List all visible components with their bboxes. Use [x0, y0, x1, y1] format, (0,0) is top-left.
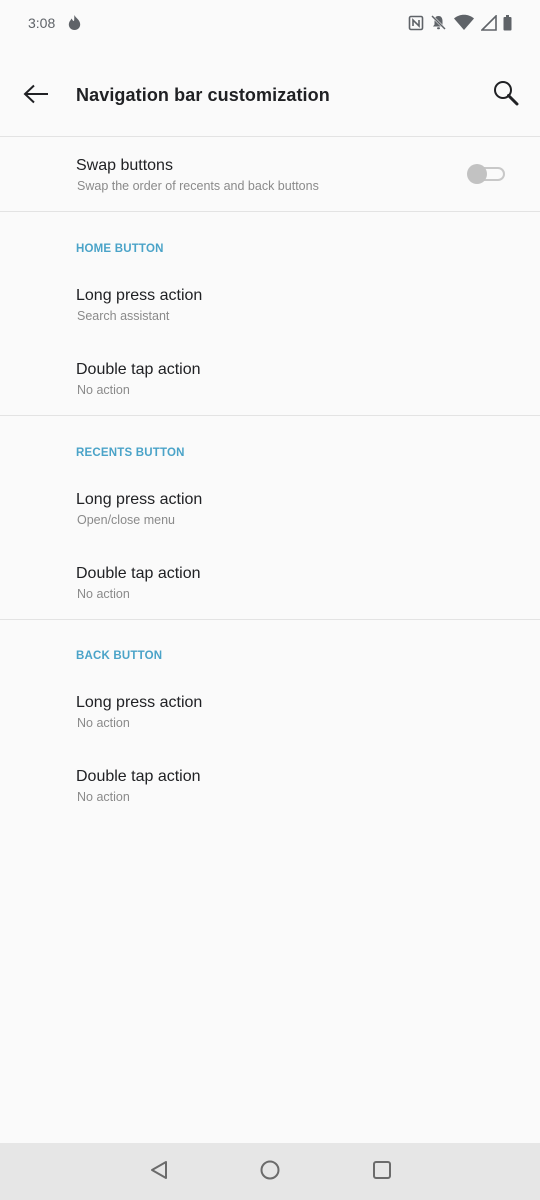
- nfc-icon: [408, 15, 424, 31]
- search-icon: [492, 79, 520, 112]
- section-header-home-button: HOME BUTTON: [76, 243, 164, 255]
- arrow-back-icon: [23, 84, 49, 109]
- nav-recents-button[interactable]: [367, 1157, 397, 1187]
- back-double-tap-summary: No action: [77, 790, 130, 804]
- back-long-press-row[interactable]: Long press action No action: [0, 677, 540, 751]
- divider: [0, 211, 540, 212]
- back-long-press-title: Long press action: [76, 694, 203, 711]
- circle-home-icon: [259, 1159, 281, 1186]
- system-navigation-bar: [0, 1143, 540, 1200]
- wifi-icon: [453, 14, 475, 31]
- recents-double-tap-title: Double tap action: [76, 565, 201, 582]
- status-bar: 3:08: [0, 0, 540, 46]
- recents-double-tap-row[interactable]: Double tap action No action: [0, 548, 540, 618]
- triangle-back-icon: [149, 1160, 169, 1185]
- home-long-press-row[interactable]: Long press action Search assistant: [0, 270, 540, 344]
- section-header-back-button: BACK BUTTON: [76, 650, 163, 662]
- page-title: Navigation bar customization: [76, 85, 330, 105]
- nav-back-button[interactable]: [144, 1157, 174, 1187]
- home-double-tap-title: Double tap action: [76, 361, 201, 378]
- nav-home-button[interactable]: [255, 1157, 285, 1187]
- back-double-tap-title: Double tap action: [76, 768, 201, 785]
- fire-icon: [66, 14, 83, 31]
- bell-off-icon: [430, 14, 447, 31]
- status-time: 3:08: [28, 15, 56, 31]
- swap-buttons-summary: Swap the order of recents and back butto…: [77, 179, 319, 193]
- recents-long-press-row[interactable]: Long press action Open/close menu: [0, 474, 540, 548]
- recents-double-tap-summary: No action: [77, 587, 130, 601]
- toolbar: Navigation bar customization: [0, 56, 540, 136]
- back-double-tap-row[interactable]: Double tap action No action: [0, 751, 540, 821]
- cellular-signal-icon: [481, 14, 497, 31]
- swap-buttons-row[interactable]: Swap buttons Swap the order of recents a…: [0, 137, 540, 211]
- back-button[interactable]: [16, 76, 56, 116]
- home-double-tap-row[interactable]: Double tap action No action: [0, 344, 540, 414]
- recents-long-press-title: Long press action: [76, 491, 203, 508]
- toggle-thumb: [467, 164, 487, 184]
- divider: [0, 619, 540, 620]
- home-long-press-title: Long press action: [76, 287, 203, 304]
- search-button[interactable]: [486, 75, 526, 115]
- status-icons: [408, 14, 512, 31]
- square-recents-icon: [372, 1160, 392, 1185]
- home-long-press-summary: Search assistant: [77, 309, 170, 323]
- battery-icon: [503, 14, 512, 31]
- divider: [0, 415, 540, 416]
- recents-long-press-summary: Open/close menu: [77, 513, 175, 527]
- swap-buttons-title: Swap buttons: [76, 157, 173, 174]
- section-header-recents-button: RECENTS BUTTON: [76, 447, 185, 459]
- back-long-press-summary: No action: [77, 716, 130, 730]
- home-double-tap-summary: No action: [77, 383, 130, 397]
- swap-buttons-toggle[interactable]: [467, 164, 507, 184]
